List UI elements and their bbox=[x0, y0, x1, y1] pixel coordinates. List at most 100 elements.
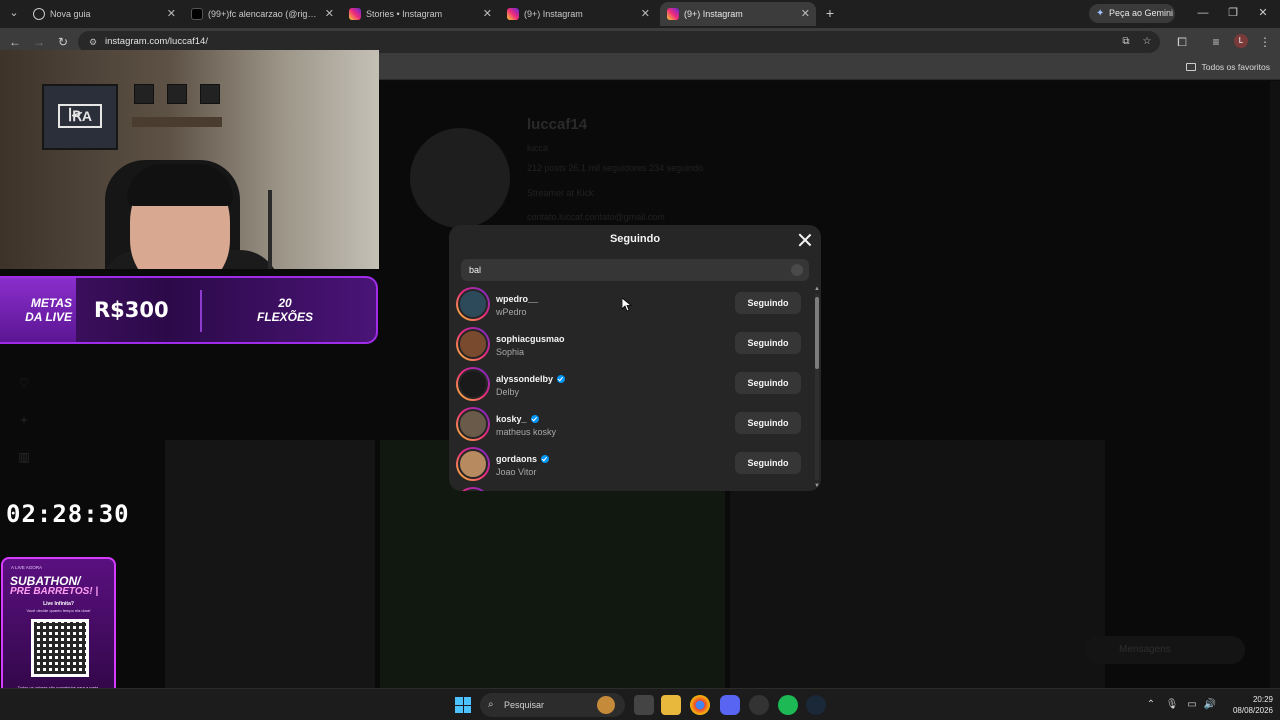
list-item-partial[interactable] bbox=[449, 485, 813, 491]
clock-date: 08/08/2026 bbox=[1232, 706, 1273, 715]
reload-icon[interactable]: ↻ bbox=[55, 34, 71, 50]
tab-close-icon[interactable]: ✕ bbox=[483, 2, 492, 26]
close-icon[interactable] bbox=[797, 232, 813, 248]
site-info-icon[interactable]: ⚙ bbox=[86, 35, 100, 49]
create-plus-icon[interactable]: + bbox=[17, 413, 31, 427]
subathon-description: Você decide quanto tempo ela dura! bbox=[26, 608, 91, 613]
avatar[interactable] bbox=[456, 287, 490, 321]
windows-start-icon[interactable] bbox=[455, 697, 471, 713]
list-item[interactable]: sophiacgusmao Sophia Seguindo bbox=[449, 325, 813, 365]
scroll-up-arrow-icon[interactable]: ▲ bbox=[814, 286, 820, 292]
wall-frame: ꟾꞦA bbox=[42, 84, 118, 150]
subathon-subtitle: PRÉ BARRETOS! | bbox=[10, 586, 99, 597]
username[interactable]: kosky_ bbox=[496, 414, 539, 424]
taskbar-clock[interactable]: 20:29 08/08/2026 bbox=[1223, 694, 1273, 716]
obs-icon[interactable] bbox=[749, 695, 769, 715]
new-tab-plus-icon[interactable]: + bbox=[822, 4, 838, 22]
tab-stories-instagram[interactable]: Stories • Instagram ✕ bbox=[342, 2, 498, 26]
back-arrow-icon[interactable]: ← bbox=[7, 34, 23, 50]
full-name: Delby bbox=[496, 387, 520, 397]
list-item[interactable]: alyssondelby Delby Seguindo bbox=[449, 365, 813, 405]
page-scrollbar[interactable] bbox=[1270, 81, 1280, 688]
following-button[interactable]: Seguindo bbox=[735, 372, 801, 394]
following-button[interactable]: Seguindo bbox=[735, 332, 801, 354]
tab-instagram-active[interactable]: (9+) Instagram ✕ bbox=[660, 2, 816, 26]
extensions-puzzle-icon[interactable]: ⧠ bbox=[1174, 34, 1190, 50]
minimize-icon[interactable]: — bbox=[1188, 4, 1218, 22]
forward-arrow-icon[interactable]: → bbox=[31, 34, 47, 50]
list-item[interactable]: kosky_ matheus kosky Seguindo bbox=[449, 405, 813, 445]
qr-code bbox=[31, 619, 89, 677]
subathon-headline: Live Infinita? bbox=[43, 601, 74, 607]
discord-icon[interactable] bbox=[720, 695, 740, 715]
scroll-thumb[interactable] bbox=[815, 297, 819, 369]
tray-chevron-up-icon[interactable]: ⌃ bbox=[1144, 698, 1158, 712]
window-close-icon[interactable]: ✕ bbox=[1248, 4, 1278, 22]
clear-search-icon[interactable] bbox=[791, 264, 803, 276]
following-button[interactable]: Seguindo bbox=[735, 412, 801, 434]
list-item[interactable]: gordaons Joao Vitor Seguindo bbox=[449, 445, 813, 485]
avatar[interactable] bbox=[456, 447, 490, 481]
browser-menu-icon[interactable]: ⋮ bbox=[1257, 34, 1273, 50]
tab-search-chevron-icon[interactable]: ⌄ bbox=[6, 5, 22, 21]
install-app-icon[interactable]: ⧉ bbox=[1119, 35, 1133, 49]
username[interactable]: alyssondelby bbox=[496, 374, 566, 384]
verified-badge-icon bbox=[557, 375, 566, 383]
profile-bio: Streamer at Kick bbox=[527, 188, 594, 198]
messages-button[interactable]: Mensagens bbox=[1085, 636, 1245, 664]
verified-badge-icon bbox=[530, 415, 539, 423]
avatar[interactable] bbox=[456, 327, 490, 361]
following-button[interactable]: Seguindo bbox=[735, 452, 801, 474]
network-icon[interactable]: ▭ bbox=[1185, 698, 1199, 712]
steam-icon[interactable] bbox=[806, 695, 826, 715]
avatar[interactable] bbox=[456, 367, 490, 401]
username[interactable]: gordaons bbox=[496, 454, 550, 464]
full-name: wPedro bbox=[496, 307, 527, 317]
file-explorer-icon[interactable] bbox=[661, 695, 681, 715]
all-bookmarks-folder[interactable]: Todos os favoritos bbox=[1186, 56, 1270, 78]
username-text: wpedro__ bbox=[496, 294, 539, 304]
ask-gemini-button[interactable]: ✦ Peça ao Gemini bbox=[1089, 4, 1175, 23]
tab-close-icon[interactable]: ✕ bbox=[801, 2, 810, 26]
bookmark-star-icon[interactable]: ☆ bbox=[1140, 35, 1154, 49]
list-scrollbar[interactable]: ▲ ▼ bbox=[814, 286, 820, 490]
tab-label: (99+)fc alencarzao (@rigbyloka bbox=[208, 9, 320, 19]
avatar-image bbox=[458, 289, 488, 319]
search-highlight-icon[interactable] bbox=[597, 696, 615, 714]
clock-time: 20:29 bbox=[1252, 695, 1273, 704]
spotify-icon[interactable] bbox=[778, 695, 798, 715]
notifications-heart-icon[interactable]: ♡ bbox=[17, 376, 31, 390]
volume-icon[interactable]: 🔊 bbox=[1203, 698, 1217, 712]
wall-picture bbox=[167, 84, 187, 104]
avatar-image bbox=[458, 329, 488, 359]
screen: ⌄ Nova guia ✕ (99+)fc alencarzao (@rigby… bbox=[0, 0, 1280, 720]
instagram-icon bbox=[349, 8, 361, 20]
full-name: Sophia bbox=[496, 347, 525, 357]
search-box[interactable] bbox=[461, 259, 809, 281]
goal-description: FLEXÕES bbox=[256, 310, 313, 324]
following-button[interactable]: Seguindo bbox=[735, 292, 801, 314]
gemini-sparkle-icon: ✦ bbox=[1096, 8, 1105, 19]
tab-close-icon[interactable]: ✕ bbox=[641, 2, 650, 26]
profile-avatar[interactable]: L bbox=[1234, 34, 1248, 48]
tab-close-icon[interactable]: ✕ bbox=[167, 2, 176, 26]
tab-tiktok[interactable]: (99+)fc alencarzao (@rigbyloka ✕ bbox=[184, 2, 340, 26]
task-view-icon[interactable] bbox=[634, 695, 654, 715]
chrome-icon[interactable] bbox=[690, 695, 710, 715]
search-input[interactable] bbox=[469, 259, 779, 281]
tab-nova-guia[interactable]: Nova guia ✕ bbox=[26, 2, 182, 26]
media-control-icon[interactable]: ≡ bbox=[1208, 34, 1224, 50]
tab-instagram[interactable]: (9+) Instagram ✕ bbox=[500, 2, 656, 26]
scroll-down-arrow-icon[interactable]: ▼ bbox=[814, 483, 820, 489]
goals-amount: R$300 bbox=[94, 298, 169, 322]
avatar[interactable] bbox=[456, 407, 490, 441]
full-name: Joao Vitor bbox=[496, 467, 537, 477]
microphone-icon[interactable]: 🎙 bbox=[1165, 698, 1179, 712]
avatar[interactable] bbox=[456, 487, 490, 491]
dashboard-icon[interactable]: ▥ bbox=[17, 450, 31, 464]
tab-close-icon[interactable]: ✕ bbox=[325, 2, 334, 26]
username[interactable]: sophiacgusmao bbox=[496, 334, 565, 344]
profile-username: luccaf14 bbox=[527, 116, 588, 133]
maximize-icon[interactable]: ❐ bbox=[1218, 4, 1248, 22]
username[interactable]: wpedro__ bbox=[496, 294, 538, 304]
